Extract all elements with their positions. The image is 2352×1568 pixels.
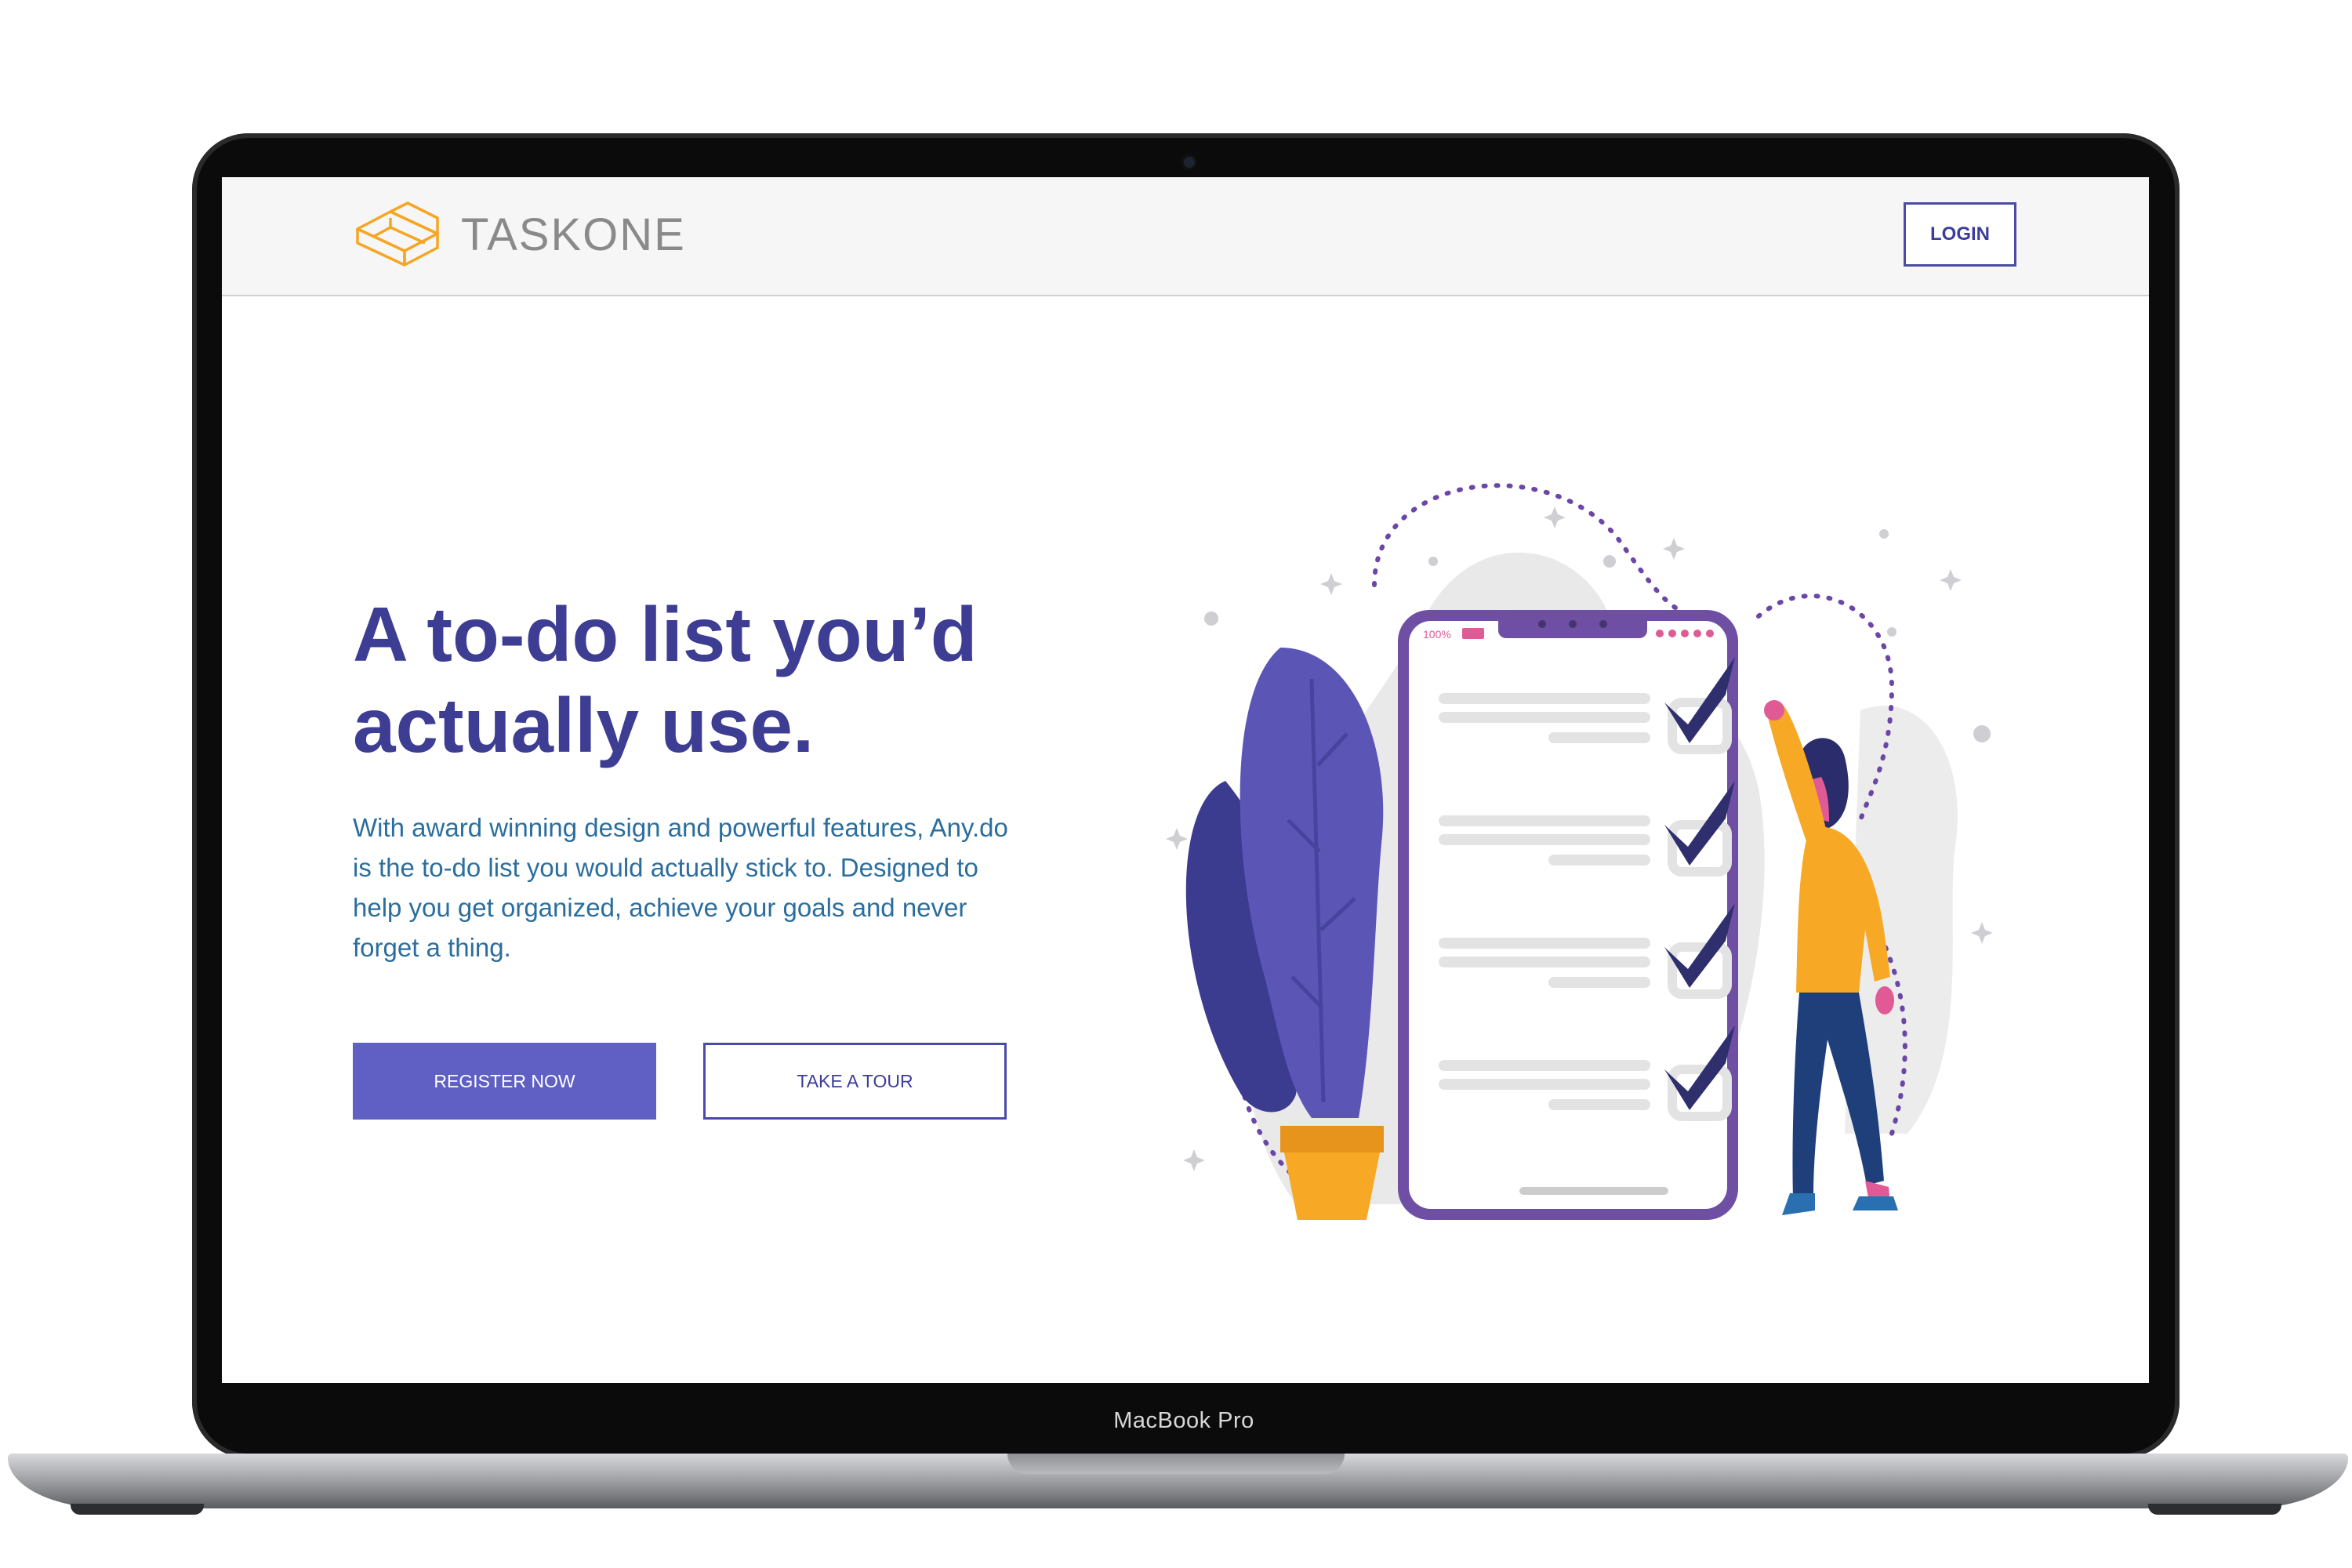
- home-indicator: [1519, 1187, 1668, 1195]
- phone-battery-text: 100%: [1423, 628, 1451, 641]
- take-a-tour-button[interactable]: TAKE A TOUR: [703, 1043, 1007, 1120]
- stacked-blocks-logo-icon[interactable]: [350, 198, 445, 271]
- login-button[interactable]: LOGIN: [1904, 202, 2016, 267]
- webcam-icon: [1184, 157, 1195, 168]
- hero-title-line-2: actually use.: [353, 682, 815, 768]
- laptop-foot-left: [71, 1504, 204, 1515]
- plant-pot-rim: [1280, 1126, 1384, 1152]
- laptop-screen: TASKONE LOGIN A to-do list you’d actuall…: [222, 177, 2149, 1383]
- hero-title-line-1: A to-do list you’d: [353, 591, 978, 677]
- brand-name[interactable]: TASKONE: [461, 209, 686, 261]
- hero-title: A to-do list you’d actually use.: [353, 589, 1058, 771]
- plant-pot: [1284, 1152, 1380, 1220]
- device-label: MacBook Pro: [1113, 1408, 1254, 1433]
- todo-illustration: 100%: [1166, 483, 1993, 1220]
- laptop-notch: [1007, 1454, 1345, 1474]
- battery-icon: [1462, 628, 1484, 639]
- laptop-foot-right: [2148, 1504, 2281, 1515]
- hero-description: With award winning design and powerful f…: [353, 813, 1008, 962]
- navbar: TASKONE LOGIN: [222, 177, 2149, 296]
- register-now-button[interactable]: REGISTER NOW: [353, 1043, 656, 1120]
